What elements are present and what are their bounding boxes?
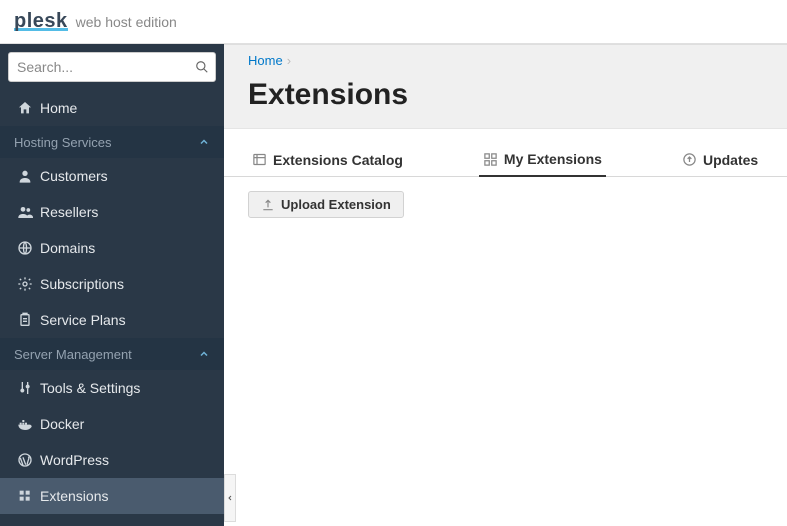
globe-icon	[14, 240, 36, 256]
nav-label: Resellers	[40, 204, 98, 220]
nav-domains[interactable]: Domains	[0, 230, 224, 266]
gear-icon	[14, 276, 36, 292]
section-server-management[interactable]: Server Management	[0, 338, 224, 370]
nav-extensions[interactable]: Extensions	[0, 478, 224, 514]
button-label: Upload Extension	[281, 197, 391, 212]
page-title: Extensions	[248, 72, 763, 128]
wordpress-icon	[14, 452, 36, 468]
tab-my-extensions[interactable]: My Extensions	[479, 143, 606, 177]
section-label: Server Management	[14, 347, 132, 362]
breadcrumb: Home ›	[248, 45, 763, 72]
puzzle-icon	[14, 488, 36, 504]
upload-icon	[261, 198, 275, 212]
tabs: Extensions Catalog My Extensions Updates	[224, 143, 787, 177]
nav-label: Docker	[40, 416, 84, 432]
nav-label: Service Plans	[40, 312, 126, 328]
nav-customers[interactable]: Customers	[0, 158, 224, 194]
nav-label: Tools & Settings	[40, 380, 140, 396]
brand-logo: plesk	[14, 10, 68, 33]
tab-label: Updates	[703, 152, 758, 168]
chevron-up-icon	[198, 136, 210, 148]
tools-icon	[14, 380, 36, 396]
nav-service-plans[interactable]: Service Plans	[0, 302, 224, 338]
nav-label: WordPress	[40, 452, 109, 468]
chevron-up-icon	[198, 348, 210, 360]
updates-icon	[682, 152, 697, 167]
brand-edition: web host edition	[76, 14, 177, 30]
nav-label: Subscriptions	[40, 276, 124, 292]
nav-label: Customers	[40, 168, 108, 184]
nav-home[interactable]: Home	[0, 90, 224, 126]
breadcrumb-home[interactable]: Home	[248, 53, 283, 68]
nav-subscriptions[interactable]: Subscriptions	[0, 266, 224, 302]
chevron-right-icon: ›	[287, 53, 291, 68]
main-content: Home › Extensions Extensions Catalog My E…	[224, 44, 787, 526]
home-icon	[14, 100, 36, 116]
section-label: Hosting Services	[14, 135, 112, 150]
clipboard-icon	[14, 312, 36, 328]
sidebar: Home Hosting Services Customers Reseller…	[0, 44, 224, 526]
tab-label: Extensions Catalog	[273, 152, 403, 168]
nav-docker[interactable]: Docker	[0, 406, 224, 442]
nav-label: Domains	[40, 240, 95, 256]
sidebar-collapse-handle[interactable]	[224, 474, 236, 522]
people-icon	[14, 204, 36, 220]
person-icon	[14, 168, 36, 184]
catalog-icon	[252, 152, 267, 167]
nav-resellers[interactable]: Resellers	[0, 194, 224, 230]
tab-updates[interactable]: Updates	[678, 143, 762, 176]
nav-wordpress[interactable]: WordPress	[0, 442, 224, 478]
section-hosting-services[interactable]: Hosting Services	[0, 126, 224, 158]
docker-icon	[14, 416, 36, 432]
grid-icon	[483, 152, 498, 167]
search-icon[interactable]	[188, 52, 216, 82]
nav-label: Extensions	[40, 488, 108, 504]
tab-extensions-catalog[interactable]: Extensions Catalog	[248, 143, 407, 176]
nav-label: Home	[40, 100, 77, 116]
nav-tools-settings[interactable]: Tools & Settings	[0, 370, 224, 406]
search-input[interactable]	[8, 52, 216, 82]
tab-label: My Extensions	[504, 151, 602, 167]
top-bar: plesk web host edition	[0, 0, 787, 44]
upload-extension-button[interactable]: Upload Extension	[248, 191, 404, 218]
